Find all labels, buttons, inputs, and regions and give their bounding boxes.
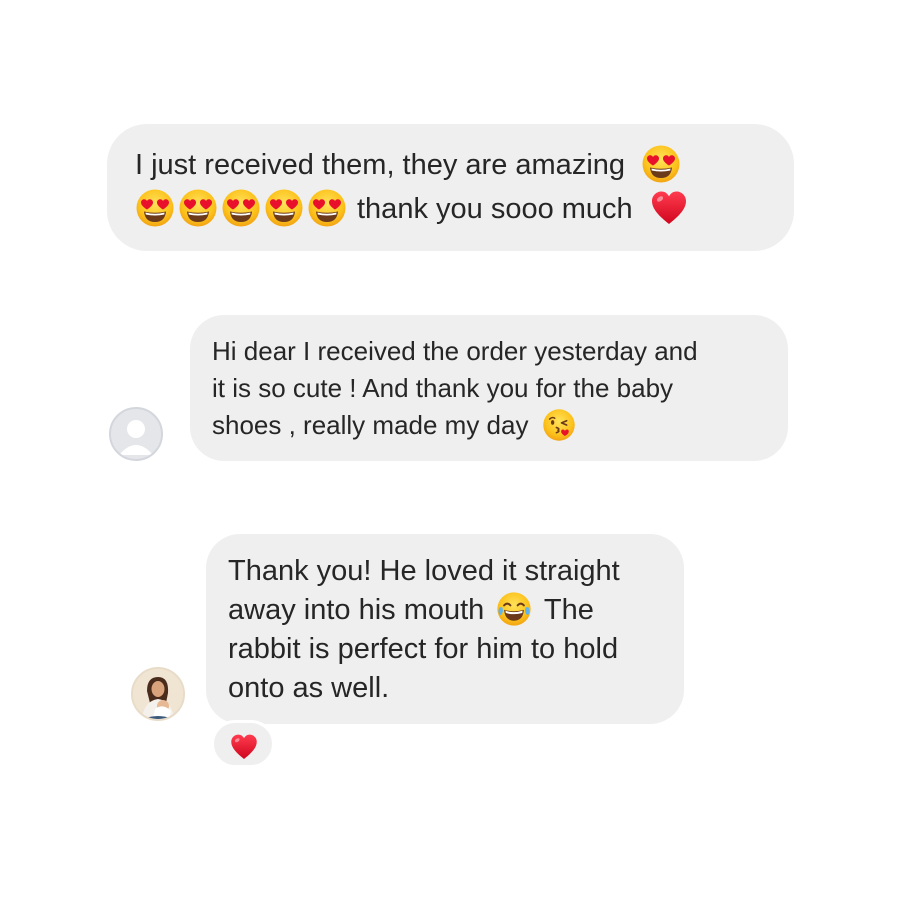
message-3-text-3: The xyxy=(543,594,594,626)
heart-eyes-emoji-icon xyxy=(307,188,347,228)
heart-eyes-emoji-icon xyxy=(264,188,304,228)
message-1-line-1: I just received them, they are amazing xyxy=(135,143,766,187)
message-1-line-2: thank you sooo much xyxy=(135,187,766,231)
message-2-text-1: Hi dear I received the order yesterday a… xyxy=(212,336,698,366)
message-3-text-5: onto as well. xyxy=(228,672,390,704)
message-bubble-1[interactable]: I just received them, they are amazing t… xyxy=(107,124,794,251)
red-heart-emoji-icon xyxy=(649,188,689,228)
message-1-text-2: thank you sooo much xyxy=(357,193,633,225)
face-blowing-kiss-emoji-icon xyxy=(542,408,576,442)
message-2-text-2: it is so cute ! And thank you for the ba… xyxy=(212,373,674,403)
heart-eyes-emoji-icon xyxy=(641,144,681,184)
message-1-text-1: I just received them, they are amazing xyxy=(135,149,626,181)
heart-reaction-badge[interactable] xyxy=(211,720,275,768)
default-avatar-icon[interactable] xyxy=(109,407,163,461)
message-3-text-1: Thank you! He loved it straight xyxy=(228,555,620,587)
user-photo-avatar[interactable] xyxy=(131,667,185,721)
heart-eyes-emoji-icon xyxy=(135,188,175,228)
heart-eyes-emoji-icon xyxy=(221,188,261,228)
message-3-line-2: away into his mouth The xyxy=(228,591,662,630)
heart-eyes-emoji-icon xyxy=(178,188,218,228)
message-bubble-2[interactable]: Hi dear I received the order yesterday a… xyxy=(190,315,788,461)
message-2-line-3: shoes , really made my day xyxy=(212,407,766,444)
message-3-text-4: rabbit is perfect for him to hold xyxy=(228,633,619,665)
message-3-text-2: away into his mouth xyxy=(228,594,485,626)
red-heart-reaction-icon xyxy=(229,732,259,762)
message-2-text-3: shoes , really made my day xyxy=(212,410,529,440)
tears-of-joy-emoji-icon xyxy=(496,591,532,627)
message-bubble-3[interactable]: Thank you! He loved it straight away int… xyxy=(206,534,684,724)
